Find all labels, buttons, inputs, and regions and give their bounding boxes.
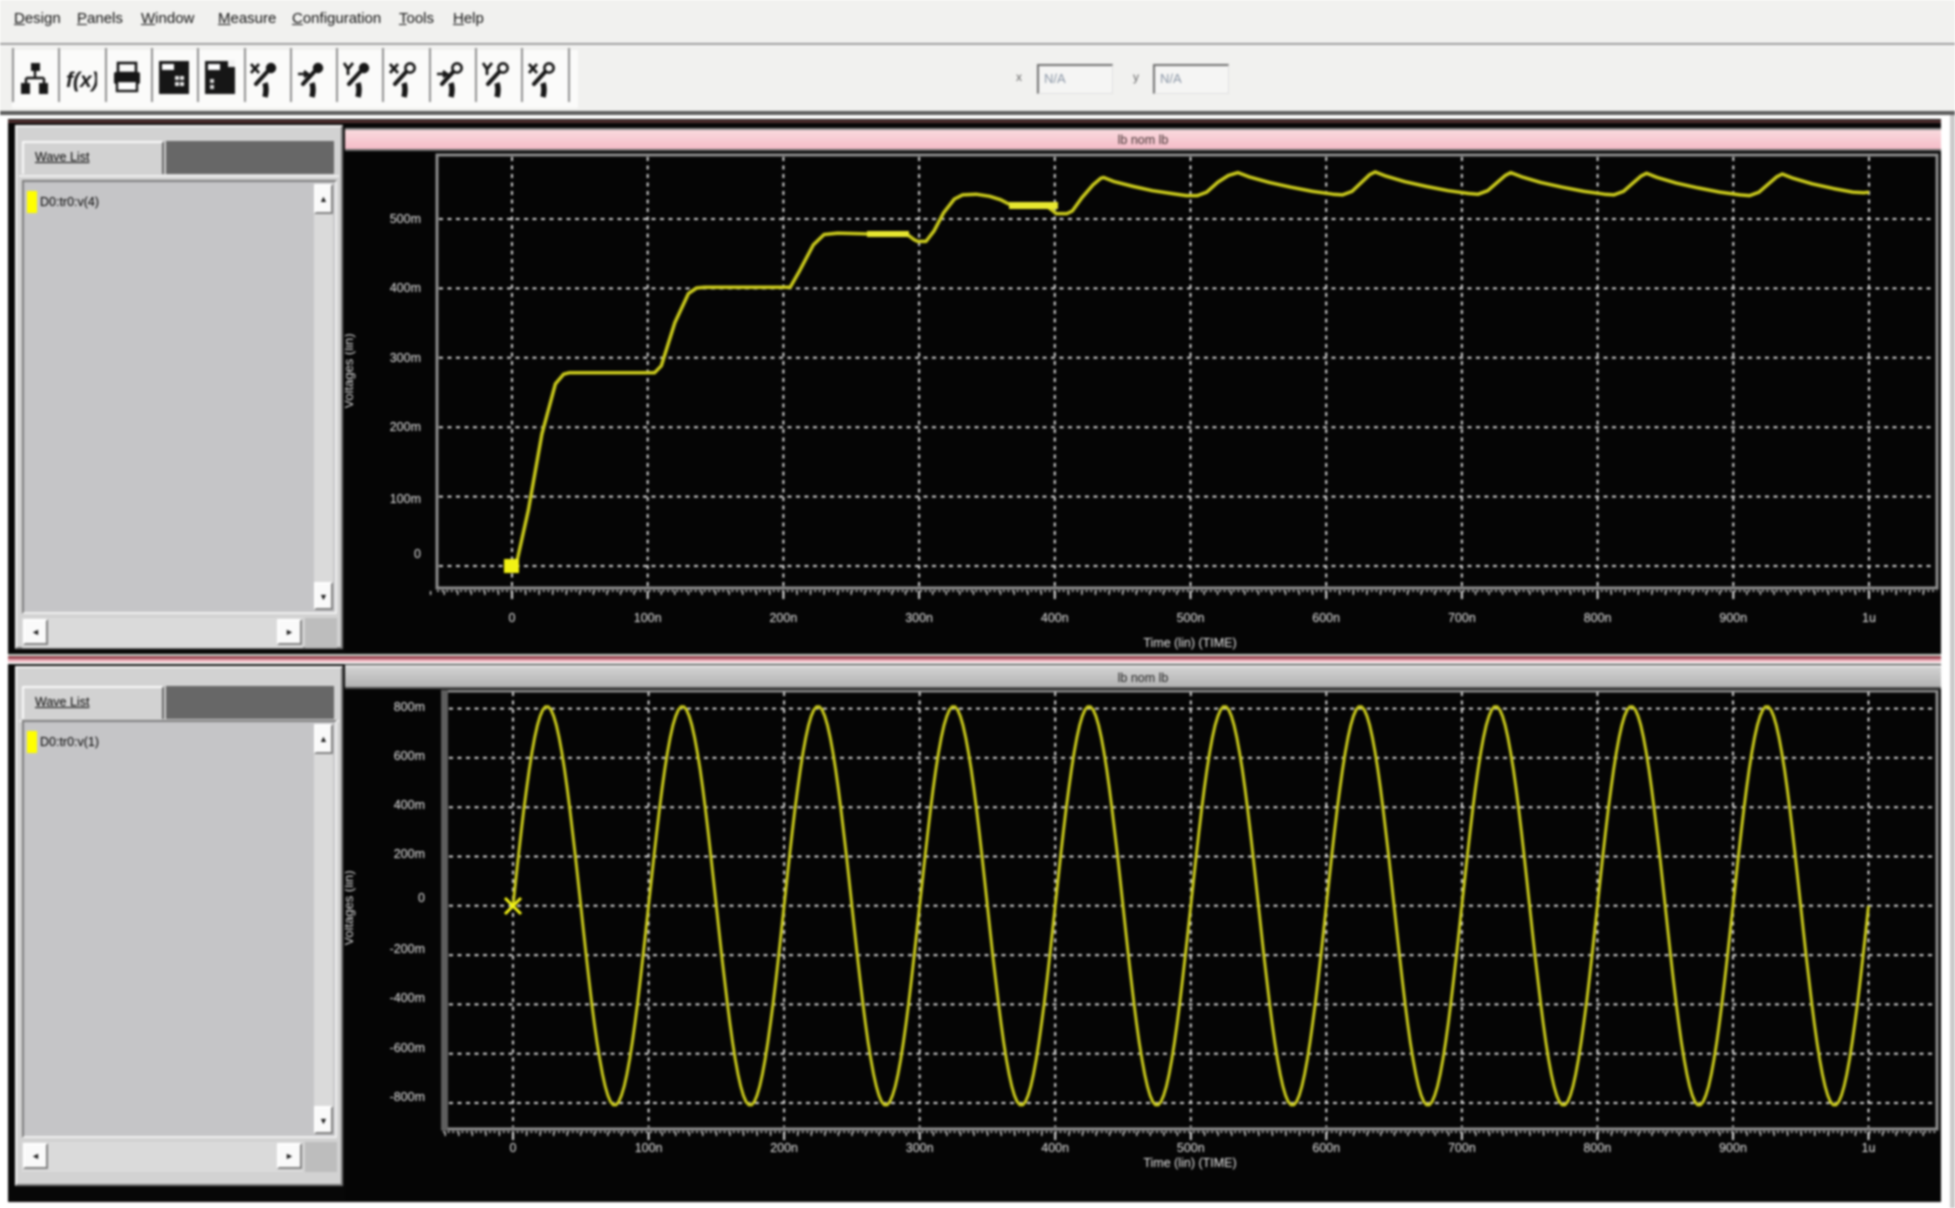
svg-text:200m: 200m xyxy=(394,847,425,861)
svg-text:600n: 600n xyxy=(1312,1141,1340,1155)
svg-text:500m: 500m xyxy=(390,212,421,226)
svg-text:200m: 200m xyxy=(390,420,421,434)
svg-text:800n: 800n xyxy=(1583,1141,1611,1155)
svg-text:1u: 1u xyxy=(1862,1141,1876,1155)
svg-text:500n: 500n xyxy=(1177,1141,1205,1155)
svg-text:Time (lin) (TIME): Time (lin) (TIME) xyxy=(1143,1156,1236,1170)
svg-text:800m: 800m xyxy=(394,700,425,714)
svg-text:200n: 200n xyxy=(770,1141,798,1155)
svg-text:Time (lin) (TIME): Time (lin) (TIME) xyxy=(1143,636,1236,650)
svg-text:0: 0 xyxy=(510,1141,517,1155)
svg-text:900n: 900n xyxy=(1719,1141,1747,1155)
svg-text:400n: 400n xyxy=(1041,611,1069,625)
svg-text:Voltages (lin): Voltages (lin) xyxy=(345,870,356,945)
svg-text:300m: 300m xyxy=(390,351,421,365)
svg-text:600m: 600m xyxy=(394,749,425,763)
svg-text:700n: 700n xyxy=(1448,611,1476,625)
svg-text:-200m: -200m xyxy=(390,942,425,956)
svg-text:300n: 300n xyxy=(905,611,933,625)
svg-text:200n: 200n xyxy=(769,611,797,625)
svg-text:700n: 700n xyxy=(1448,1141,1476,1155)
svg-text:300n: 300n xyxy=(906,1141,934,1155)
svg-text:1u: 1u xyxy=(1862,611,1876,625)
svg-text:-400m: -400m xyxy=(390,991,425,1005)
svg-text:100m: 100m xyxy=(390,492,421,506)
svg-text:100n: 100n xyxy=(634,611,662,625)
svg-text:400m: 400m xyxy=(390,281,421,295)
svg-text:0: 0 xyxy=(418,891,425,905)
svg-text:-800m: -800m xyxy=(390,1090,425,1104)
svg-text:600n: 600n xyxy=(1312,611,1340,625)
svg-text:0: 0 xyxy=(509,611,516,625)
svg-text:500n: 500n xyxy=(1177,611,1205,625)
svg-text:-600m: -600m xyxy=(390,1041,425,1055)
svg-text:f(x): f(x) xyxy=(66,69,97,92)
svg-text:Voltages (lin): Voltages (lin) xyxy=(345,333,356,408)
svg-text:400n: 400n xyxy=(1041,1141,1069,1155)
svg-text:800n: 800n xyxy=(1584,611,1612,625)
svg-text:400m: 400m xyxy=(394,798,425,812)
svg-text:900n: 900n xyxy=(1719,611,1747,625)
svg-text:100n: 100n xyxy=(635,1141,663,1155)
svg-text:0: 0 xyxy=(414,547,421,561)
